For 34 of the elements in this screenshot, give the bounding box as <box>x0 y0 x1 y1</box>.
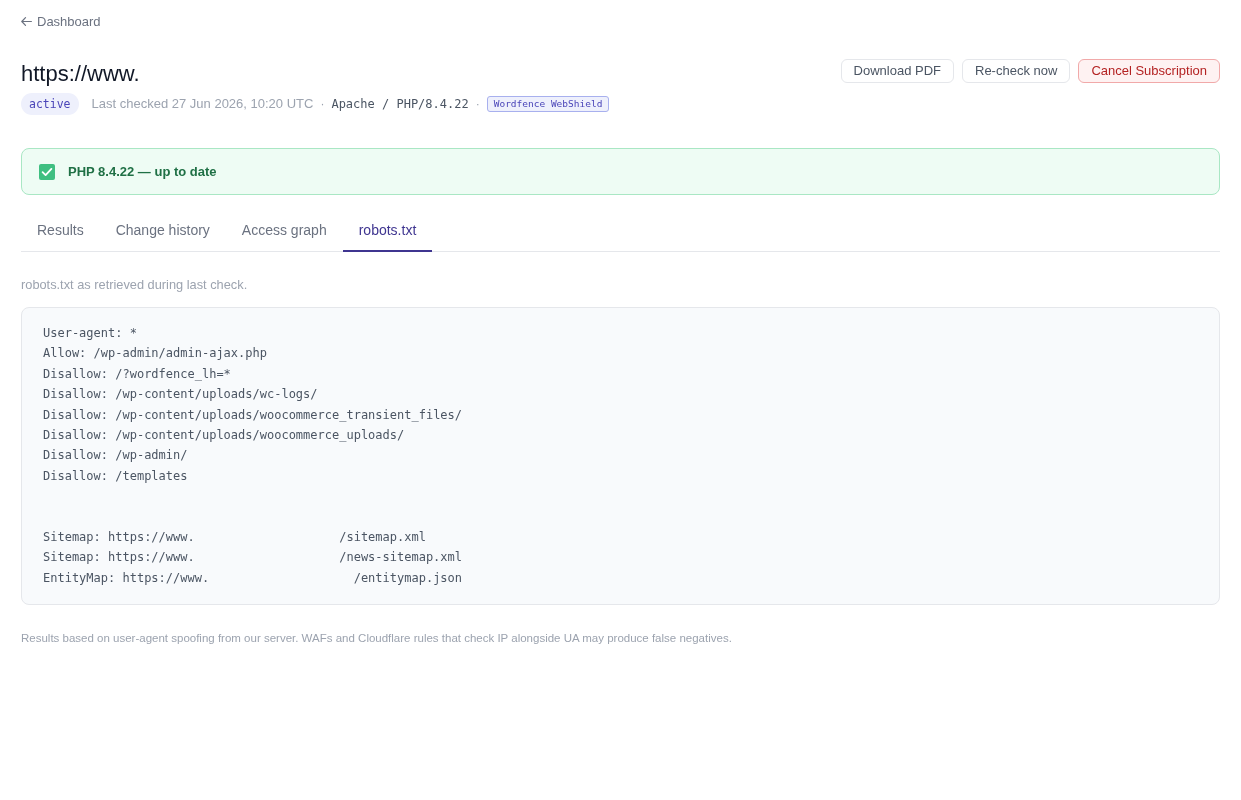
arrow-left-icon <box>21 17 32 26</box>
cancel-subscription-button[interactable]: Cancel Subscription <box>1078 59 1220 83</box>
server-info-text: Apache / PHP/8.4.22 <box>331 96 469 113</box>
alert-message: PHP 8.4.22 — up to date <box>68 162 217 181</box>
waf-tag: Wordfence WebShield <box>486 96 610 112</box>
tab[interactable]: Access graph <box>225 210 343 252</box>
code-line: User-agent: * <box>43 325 137 342</box>
code-line: Allow: /wp-admin/admin-ajax.php <box>43 345 267 363</box>
action-button[interactable]: Download PDF <box>840 59 954 83</box>
status-badge: active <box>21 93 79 115</box>
code-line: Sitemap: https://www. <box>43 529 195 547</box>
code-path: /news-sitemap.xml <box>339 549 463 567</box>
separator-dot: · <box>320 96 325 113</box>
footnote-text: Results based on user-agent spoofing from our server. WAFs and Cloudflare rules that check IP alongside UA may produce false negatives. <box>21 631 733 646</box>
back-link[interactable]: Dashboard <box>21 13 101 30</box>
code-line: Disallow: /wp-content/uploads/woocommerce_uploads/ <box>43 427 405 445</box>
code-path: /entitymap.json <box>353 569 463 587</box>
code-path: /sitemap.xml <box>339 529 426 547</box>
action-button[interactable]: Re-check now <box>962 59 1071 83</box>
code-line: EntityMap: https://www. <box>43 569 210 587</box>
code-line: Disallow: /templates <box>43 467 188 485</box>
code-line: Disallow: /wp-content/uploads/wc-logs/ <box>43 386 318 404</box>
code-line: Disallow: /?wordfence_lh=* <box>43 365 231 383</box>
tab[interactable]: Change history <box>99 210 226 252</box>
robots-caption: robots.txt as retrieved during last check. <box>21 277 249 293</box>
code-line: Disallow: /wp-admin/ <box>43 447 188 465</box>
tab[interactable]: robots.txt <box>342 210 433 252</box>
separator-dot: · <box>475 96 480 113</box>
tab[interactable]: Results <box>21 210 100 252</box>
code-line: Disallow: /wp-content/uploads/woocommerce_transient_files/ <box>43 406 463 424</box>
page-title: https://www. <box>21 60 141 88</box>
code-line: Sitemap: https://www. <box>43 549 195 567</box>
checkbox-tick-icon <box>39 163 55 180</box>
last-checked-text: Last checked 27 Jun 2026, 10:20 UTC <box>91 95 314 114</box>
